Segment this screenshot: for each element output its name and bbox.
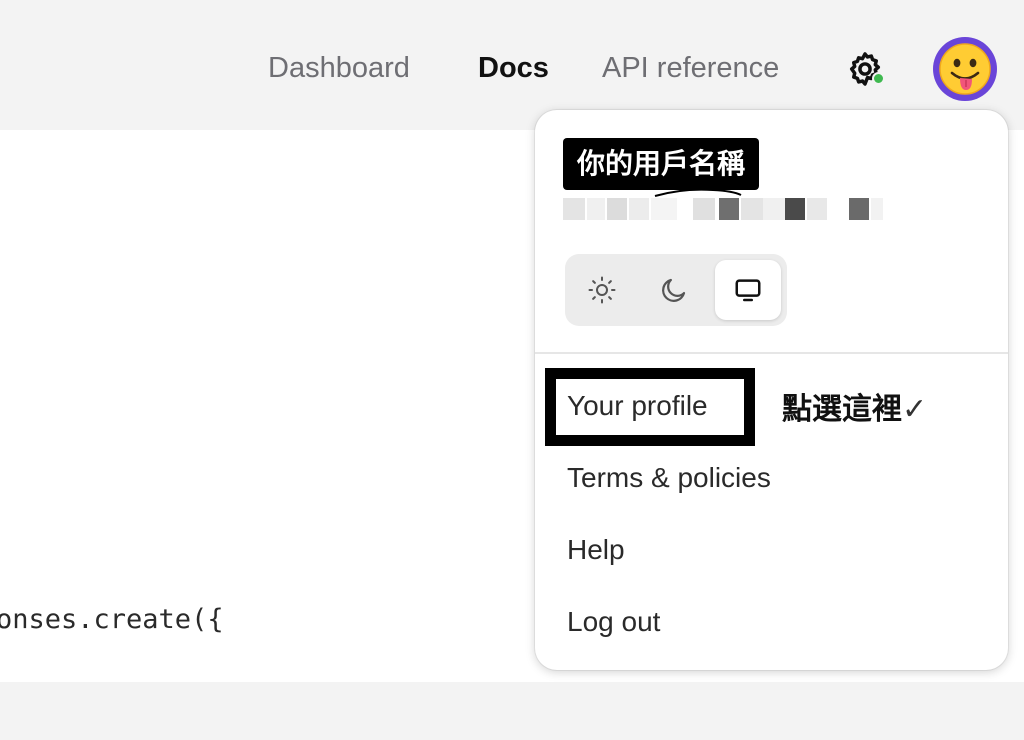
nav-dashboard[interactable]: Dashboard (268, 48, 410, 88)
blurred-email (563, 198, 883, 220)
theme-system-button[interactable] (715, 260, 781, 320)
menu-item-help[interactable]: Help (567, 530, 625, 570)
sun-icon (588, 276, 616, 304)
theme-light-button[interactable] (569, 260, 635, 320)
menu-item-terms-policies[interactable]: Terms & policies (567, 458, 771, 498)
menu-item-your-profile[interactable]: Your profile (567, 386, 708, 426)
menu-item-log-out[interactable]: Log out (567, 602, 660, 642)
annotation-text: 點選這裡 (782, 392, 902, 427)
moon-icon (662, 278, 686, 302)
online-status-dot (872, 72, 885, 85)
code-snippet-line: onses.create({ (0, 604, 224, 635)
theme-dark-button[interactable] (641, 260, 707, 320)
menu-divider (535, 352, 1008, 354)
nav-api-reference[interactable]: API reference (602, 48, 779, 88)
account-dropdown-menu: 你的用戶名稱 Your profile Terms & policies Hel… (535, 110, 1008, 670)
tongue-face-emoji-icon (939, 43, 991, 95)
theme-toggle (565, 254, 787, 326)
username-label: 你的用戶名稱 (563, 138, 760, 190)
checkmark-icon: ✓ (902, 392, 928, 427)
monitor-icon (735, 279, 761, 302)
settings-button[interactable] (840, 44, 890, 94)
click-here-annotation: 點選這裡✓ (782, 388, 927, 432)
avatar[interactable] (933, 37, 997, 101)
nav-docs[interactable]: Docs (478, 48, 549, 88)
